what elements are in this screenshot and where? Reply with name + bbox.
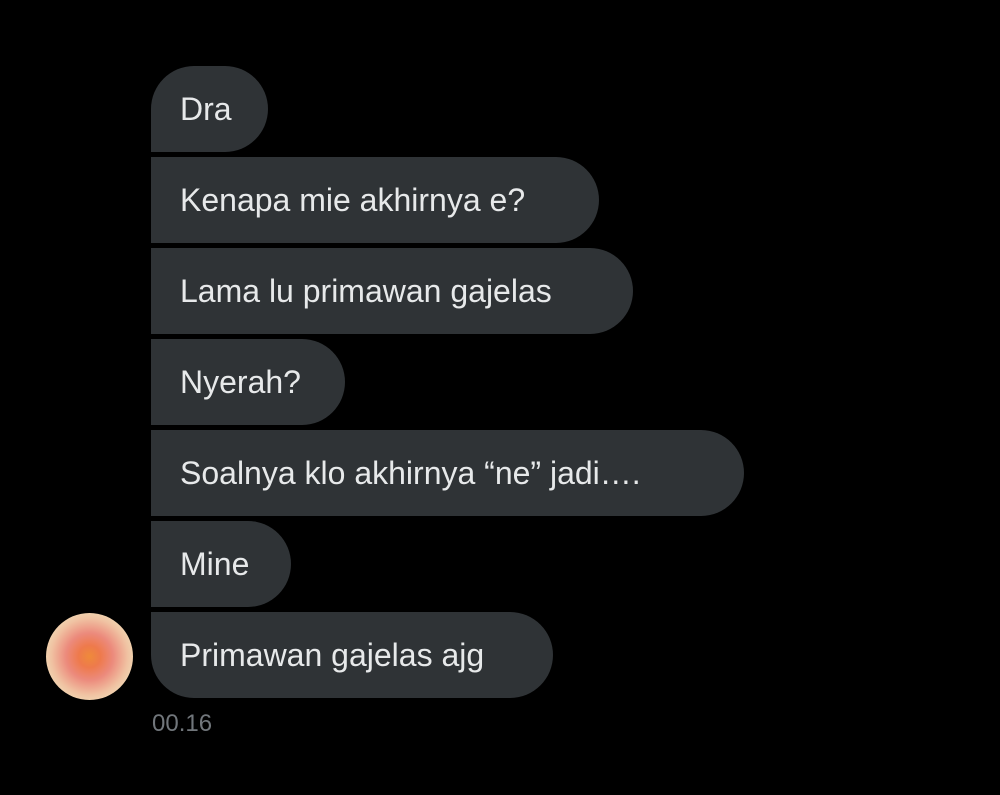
message-thread: Dra Kenapa mie akhirnya e? Lama lu prima… (0, 0, 1000, 795)
message-bubble[interactable]: Dra (151, 66, 268, 152)
message-bubble[interactable]: Primawan gajelas ajg (151, 612, 553, 698)
message-bubble[interactable]: Nyerah? (151, 339, 345, 425)
sender-avatar[interactable] (46, 613, 133, 700)
message-timestamp: 00.16 (152, 710, 213, 737)
message-bubble[interactable]: Soalnya klo akhirnya “ne” jadi…. (151, 430, 744, 516)
message-bubble[interactable]: Mine (151, 521, 291, 607)
message-bubble[interactable]: Lama lu primawan gajelas (151, 248, 633, 334)
message-bubble[interactable]: Kenapa mie akhirnya e? (151, 157, 599, 243)
